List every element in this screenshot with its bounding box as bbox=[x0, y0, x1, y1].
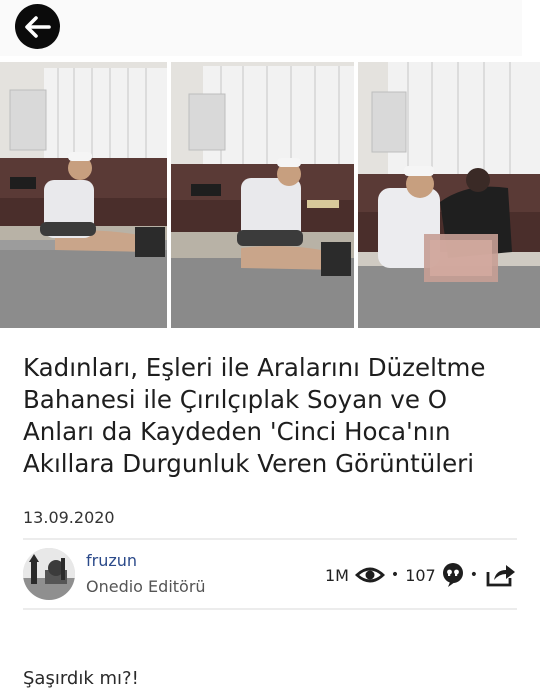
article-lead-text: Şaşırdık mı?! bbox=[23, 668, 139, 689]
hero-image bbox=[0, 62, 540, 328]
hero-image-panel-3 bbox=[358, 62, 540, 328]
top-bar bbox=[0, 0, 522, 56]
hero-image-panel-1 bbox=[0, 62, 167, 328]
author-name[interactable]: fruzun bbox=[86, 551, 137, 570]
article-date: 13.09.2020 bbox=[23, 508, 115, 527]
comment-quote-icon[interactable] bbox=[442, 563, 464, 587]
article-stats: 1M • 107 • bbox=[325, 560, 516, 590]
view-count: 1M bbox=[324, 565, 349, 585]
share-icon[interactable] bbox=[484, 562, 516, 588]
back-button[interactable] bbox=[15, 4, 60, 49]
divider bbox=[23, 608, 517, 610]
article-title: Kadınları, Eşleri ile Aralarını Düzeltme… bbox=[23, 353, 486, 478]
stats-separator: • bbox=[469, 567, 478, 583]
author-role: Onedio Editörü bbox=[86, 577, 206, 596]
arrow-left-icon bbox=[24, 15, 51, 38]
eye-icon bbox=[354, 565, 385, 585]
stats-separator: • bbox=[390, 567, 400, 583]
comment-count: 107 bbox=[405, 565, 436, 585]
divider bbox=[23, 538, 517, 540]
hero-image-panel-2 bbox=[171, 62, 354, 328]
author-avatar[interactable] bbox=[23, 548, 75, 600]
